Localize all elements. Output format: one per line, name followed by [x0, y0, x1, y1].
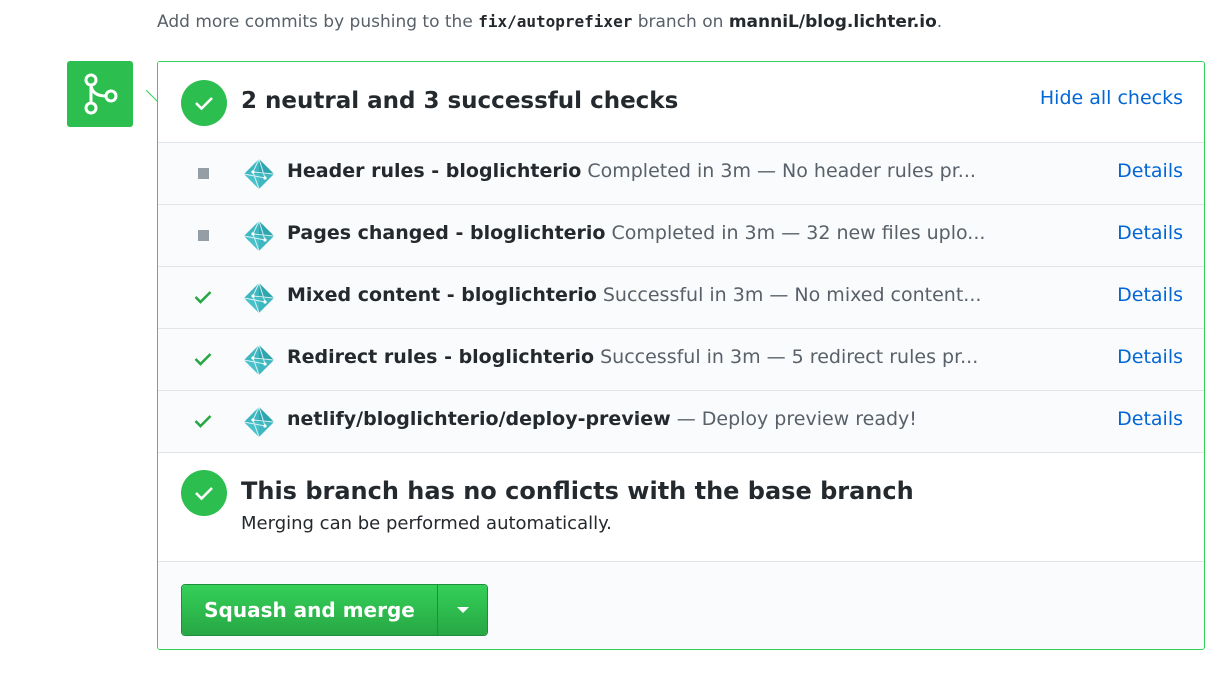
branch-name: fix/autoprefixer [478, 12, 633, 31]
check-details-link[interactable]: Details [1117, 408, 1183, 430]
checkmark-icon [194, 291, 212, 304]
check-row-1: Header rules - bloglichterio Completed i… [158, 143, 1204, 205]
push-hint-prefix: Add more commits by pushing to the [157, 12, 479, 32]
conflict-subtitle: Merging can be performed automatically. [241, 513, 612, 534]
check-row-3: Mixed content - bloglichterio Successful… [158, 267, 1204, 329]
check-name: Pages changed - bloglichterio [287, 222, 606, 244]
check-name: Mixed content - bloglichterio [287, 284, 597, 306]
check-name: Header rules - bloglichterio [287, 160, 582, 182]
check-description: Successful in 3m — 5 redirect rules pr..… [600, 346, 979, 368]
check-description: Completed in 3m — 32 new files uplo... [611, 222, 986, 244]
push-hint-suffix: . [936, 12, 943, 32]
checks-success-icon [181, 80, 227, 126]
check-description: — Deploy preview ready! [676, 408, 917, 430]
checks-summary-title: 2 neutral and 3 successful checks [241, 88, 679, 114]
check-description: Completed in 3m — No header rules pr... [587, 160, 976, 182]
check-name: Redirect rules - bloglichterio [287, 346, 595, 368]
check-details-link[interactable]: Details [1117, 222, 1183, 244]
merge-box: 2 neutral and 3 successful checks Hide a… [157, 61, 1205, 650]
caret-down-icon [456, 607, 469, 613]
check-text: Header rules - bloglichterio Completed i… [287, 160, 1107, 182]
check-description: Successful in 3m — No mixed content... [602, 284, 982, 306]
netlify-logo-icon [243, 406, 275, 438]
check-row-4: Redirect rules - bloglichterio Successfu… [158, 329, 1204, 391]
push-hint-middle: branch on [632, 12, 729, 32]
git-merge-icon [84, 73, 118, 115]
squash-and-merge-button[interactable]: Squash and merge [182, 585, 438, 635]
netlify-logo-icon [243, 158, 275, 190]
check-name: netlify/bloglichterio/deploy-preview [287, 408, 671, 430]
check-details-link[interactable]: Details [1117, 346, 1183, 368]
neutral-square-icon [197, 229, 209, 241]
check-row-2: Pages changed - bloglichterio Completed … [158, 205, 1204, 267]
merge-method-dropdown[interactable] [438, 585, 487, 635]
check-text: Redirect rules - bloglichterio Successfu… [287, 346, 1107, 368]
check-details-link[interactable]: Details [1117, 284, 1183, 306]
check-text: Mixed content - bloglichterio Successful… [287, 284, 1107, 306]
netlify-logo-icon [243, 282, 275, 314]
netlify-logo-icon [243, 344, 275, 376]
success-check-icon [194, 350, 212, 368]
neutral-status-icon [194, 164, 212, 182]
check-row-5: netlify/bloglichterio/deploy-preview — D… [158, 391, 1204, 453]
push-hint: Add more commits by pushing to the fix/a… [157, 12, 942, 32]
success-check-icon [194, 412, 212, 430]
merge-button-group: Squash and merge [181, 584, 488, 636]
merge-status-badge [67, 61, 133, 127]
merge-actions: Squash and merge [158, 562, 1204, 649]
hide-all-checks-link[interactable]: Hide all checks [1040, 87, 1183, 109]
check-details-link[interactable]: Details [1117, 160, 1183, 182]
check-text: Pages changed - bloglichterio Completed … [287, 222, 1107, 244]
conflict-status: This branch has no conflicts with the ba… [158, 453, 1204, 562]
checks-list: Header rules - bloglichterio Completed i… [158, 143, 1204, 453]
neutral-status-icon [194, 226, 212, 244]
conflict-title: This branch has no conflicts with the ba… [241, 477, 914, 505]
neutral-square-icon [197, 167, 209, 179]
checkmark-icon [194, 353, 212, 366]
checkmark-icon [194, 415, 212, 428]
checks-header: 2 neutral and 3 successful checks Hide a… [158, 62, 1204, 143]
repo-name: manniL/blog.lichter.io [728, 12, 937, 32]
success-check-icon [194, 288, 212, 306]
no-conflicts-icon [181, 470, 227, 516]
check-text: netlify/bloglichterio/deploy-preview — D… [287, 408, 1107, 430]
netlify-logo-icon [243, 220, 275, 252]
